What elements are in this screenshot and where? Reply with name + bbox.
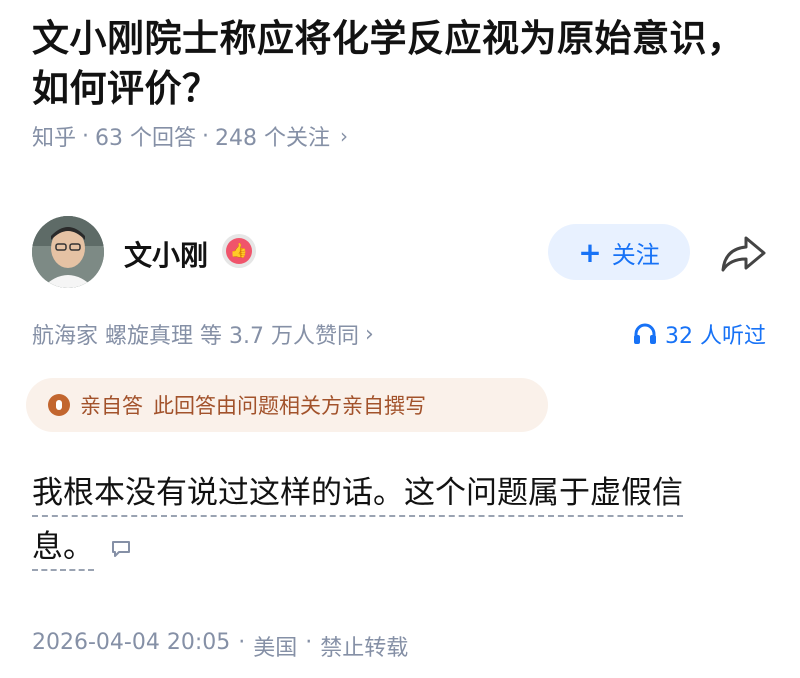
microphone-icon (48, 394, 70, 416)
question-source: 知乎 (32, 126, 77, 151)
question-meta[interactable]: 知乎 · 63 个回答 · 248 个关注 › (32, 120, 348, 152)
separator-dot: · (305, 630, 313, 655)
chevron-right-icon: › (364, 321, 374, 347)
answer-footer: 2026-04-04 20:05 · 美国 · 禁止转载 (32, 630, 408, 662)
separator-dot: · (202, 123, 210, 149)
plus-icon: + (578, 235, 602, 269)
verified-badge-icon: 👍 (222, 234, 256, 268)
question-title[interactable]: 文小刚院士称应将化学反应视为原始意识， 如何评价？ (32, 14, 772, 114)
follower-count: 248 个关注 (215, 126, 331, 151)
stats-row: 航海家 螺旋真理 等 3.7 万人赞同 › 32 人听过 (32, 314, 772, 350)
section-divider (0, 178, 800, 194)
answer-line1: 我根本没有说过这样的话。这个问题属于虚假信 (32, 475, 683, 517)
self-answer-tag: 亲自答 此回答由问题相关方亲自撰写 (26, 378, 548, 432)
separator-dot: · (82, 123, 90, 149)
copyright-notice: 禁止转载 (320, 636, 409, 661)
chevron-right-icon: › (340, 124, 349, 148)
self-answer-description: 此回答由问题相关方亲自撰写 (153, 394, 426, 418)
comment-icon[interactable] (110, 538, 132, 560)
author-name[interactable]: 文小刚 (124, 234, 208, 274)
headphones-icon (634, 323, 656, 344)
avatar[interactable] (32, 216, 104, 288)
listen-count-text: 32 人听过 (665, 324, 766, 349)
question-title-line1: 文小刚院士称应将化学反应视为原始意识， (32, 17, 745, 60)
share-icon[interactable] (720, 234, 766, 274)
follow-button-label: 关注 (611, 240, 660, 269)
author-row: 文小刚 👍 + 关注 (32, 214, 772, 294)
self-answer-label: 亲自答 (80, 394, 143, 418)
answer-location: 美国 (253, 636, 298, 661)
upvote-text: 航海家 螺旋真理 等 3.7 万人赞同 (32, 324, 359, 349)
upvote-summary[interactable]: 航海家 螺旋真理 等 3.7 万人赞同 › (32, 318, 374, 350)
follow-button[interactable]: + 关注 (548, 224, 690, 280)
answer-count: 63 个回答 (95, 126, 197, 151)
listen-count[interactable]: 32 人听过 (633, 318, 766, 350)
question-title-line2: 如何评价？ (32, 67, 220, 110)
answer-content[interactable]: 我根本没有说过这样的话。这个问题属于虚假信 息。 (32, 466, 762, 574)
separator-dot: · (238, 630, 246, 655)
answer-line2: 息。 (32, 529, 94, 571)
question-header: 文小刚院士称应将化学反应视为原始意识， 如何评价？ (32, 0, 772, 114)
answer-datetime: 2026-04-04 20:05 (32, 630, 231, 655)
